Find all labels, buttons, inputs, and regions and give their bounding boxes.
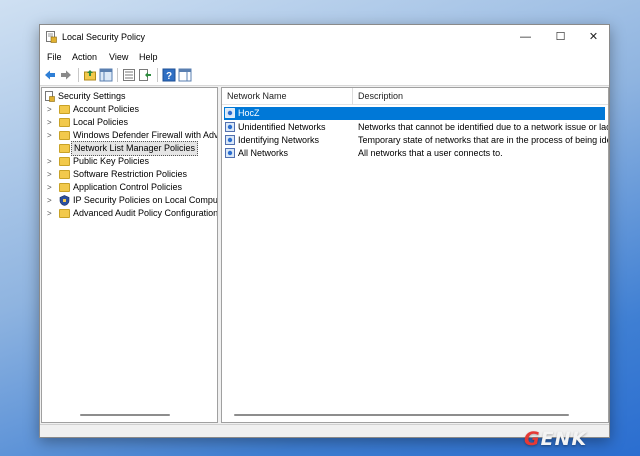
chevron-right-icon[interactable]: > [47,181,52,194]
tree-item-software-restriction-policies[interactable]: > Software Restriction Policies [42,168,217,181]
menu-action[interactable]: Action [72,52,97,62]
tree-item-ip-security-policies[interactable]: > IP Security Policies on Local Compute [42,194,217,207]
minimize-button[interactable]: — [508,25,543,49]
chevron-right-icon[interactable]: > [47,194,52,207]
toolbar-separator [117,68,118,82]
toolbar-separator [78,68,79,82]
network-policy-icon [225,108,235,118]
tree-root-security-settings[interactable]: Security Settings [42,90,217,103]
window-title: Local Security Policy [62,32,146,42]
folder-icon [59,144,70,153]
help-icon[interactable]: ? [162,68,176,82]
security-settings-icon [45,91,55,102]
horizontal-scrollbar[interactable] [234,414,569,416]
folder-icon [59,209,70,218]
show-action-pane-icon[interactable] [178,68,192,82]
security-policy-app-icon [46,31,57,43]
show-hide-tree-icon[interactable] [99,68,113,82]
shield-policy-icon [59,195,70,206]
folder-icon [59,157,70,166]
network-name: HocZ [238,108,260,118]
tree-item-label: Advanced Audit Policy Configuration [73,208,218,218]
toolbar: ? [40,65,609,86]
tree-item-label: Application Control Policies [73,182,183,192]
svg-text:?: ? [166,71,172,82]
tree-item-local-policies[interactable]: > Local Policies [42,116,217,129]
folder-icon [59,131,70,140]
folder-lock-icon [59,118,70,127]
up-folder-icon[interactable] [83,68,97,82]
title-bar[interactable]: Local Security Policy — ☐ ✕ [40,25,609,49]
network-policy-icon [225,122,235,132]
network-description: All networks that a user connects to. [358,148,503,158]
list-item-identifying-networks[interactable]: Identifying Networks Temporary state of … [222,134,608,147]
tree-item-advanced-audit-policy[interactable]: > Advanced Audit Policy Configuration [42,207,217,220]
network-policy-icon [225,135,235,145]
list-item-unidentified-networks[interactable]: Unidentified Networks Networks that cann… [222,121,608,134]
folder-icon [59,170,70,179]
tree-item-label: Public Key Policies [73,156,150,166]
menu-file[interactable]: File [47,52,62,62]
chevron-right-icon[interactable]: > [47,155,52,168]
tree-root-label: Security Settings [58,91,126,101]
close-button[interactable]: ✕ [576,25,611,49]
network-name: All Networks [238,148,289,158]
properties-icon[interactable] [122,68,136,82]
tree-item-label: IP Security Policies on Local Compute [73,195,218,205]
export-list-icon[interactable] [138,68,152,82]
folder-icon [59,183,70,192]
list-item-all-networks[interactable]: All Networks All networks that a user co… [222,147,608,160]
menu-view[interactable]: View [109,52,128,62]
menu-help[interactable]: Help [139,52,158,62]
menu-bar: File Action View Help [40,49,609,65]
tree-item-label: Local Policies [73,117,129,127]
network-description: Temporary state of networks that are in … [358,135,608,145]
column-header-description[interactable]: Description [353,88,608,105]
back-arrow-icon[interactable] [43,68,57,82]
tree-item-network-list-manager-policies[interactable]: Network List Manager Policies [42,141,217,156]
maximize-button[interactable]: ☐ [543,25,578,49]
tree-item-label: Account Policies [73,104,140,114]
console-tree-pane[interactable]: Security Settings > Account Policies > L… [41,87,218,423]
network-name: Unidentified Networks [238,122,326,132]
local-security-policy-window: Local Security Policy — ☐ ✕ File Action … [39,24,610,438]
column-header-network-name[interactable]: Network Name [222,88,353,105]
toolbar-separator [157,68,158,82]
chevron-right-icon[interactable]: > [47,129,52,142]
network-name: Identifying Networks [238,135,320,145]
tree-item-application-control-policies[interactable]: > Application Control Policies [42,181,217,194]
chevron-right-icon[interactable]: > [47,116,52,129]
details-pane[interactable]: Network Name Description HocZ Unidentifi… [221,87,609,423]
network-policy-icon [225,148,235,158]
chevron-right-icon[interactable]: > [47,168,52,181]
network-description: Networks that cannot be identified due t… [358,122,608,132]
tree-item-label: Network List Manager Policies [71,141,199,156]
tree-item-label: Software Restriction Policies [73,169,188,179]
list-item-hocz[interactable]: HocZ [224,107,605,120]
tree-item-account-policies[interactable]: > Account Policies [42,103,217,116]
folder-lock-icon [59,105,70,114]
chevron-right-icon[interactable]: > [47,103,52,116]
chevron-right-icon[interactable]: > [47,207,52,220]
genk-watermark-logo: GENK [524,428,588,450]
forward-arrow-icon[interactable] [59,68,73,82]
horizontal-scrollbar[interactable] [80,414,170,416]
tree-item-public-key-policies[interactable]: > Public Key Policies [42,155,217,168]
